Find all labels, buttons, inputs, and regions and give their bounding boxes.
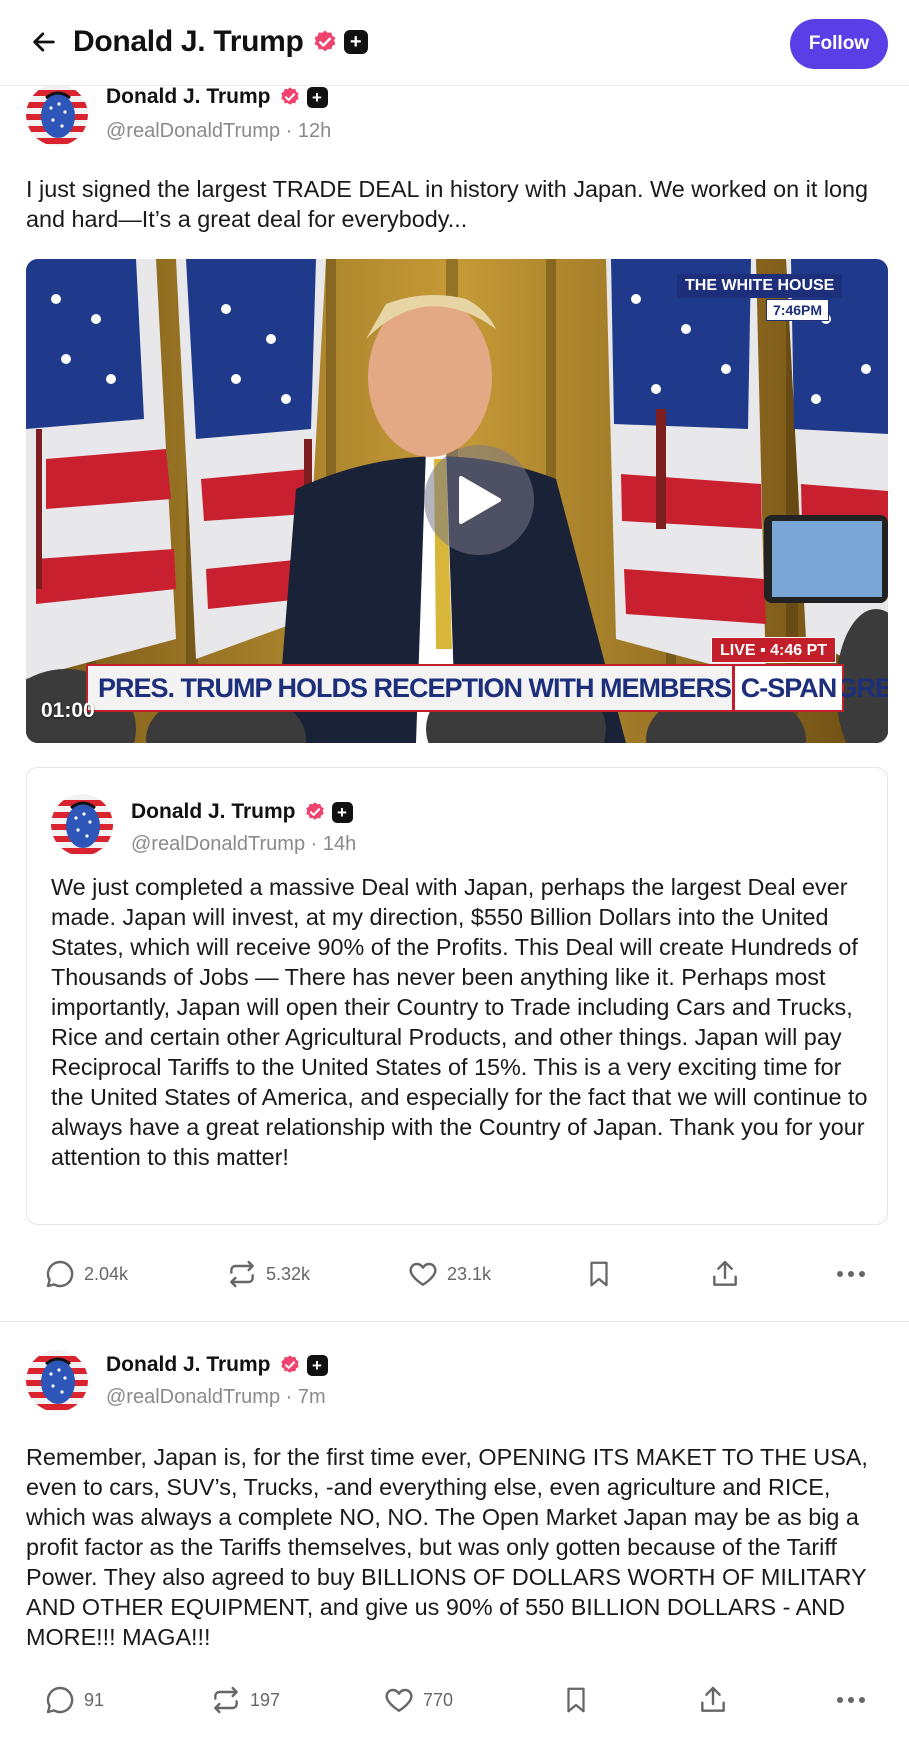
more-horizontal-icon	[837, 1697, 865, 1703]
share-button[interactable]	[697, 1675, 729, 1725]
reply-button[interactable]: 91	[44, 1675, 104, 1725]
local-time-tag: 7:46PM	[766, 299, 830, 321]
quoted-post[interactable]: Donald J. Trump + @realDonaldTrump · 14h…	[26, 767, 888, 1225]
reply-button[interactable]: 2.04k	[44, 1249, 128, 1299]
author-name[interactable]: Donald J. Trump +	[106, 82, 328, 112]
video-player[interactable]: THE WHITE HOUSE 7:46PM LIVE ▪ 4:46 PT PR…	[26, 259, 888, 743]
author-handle[interactable]: @realDonaldTrump · 12h	[106, 120, 331, 143]
more-options-button[interactable]	[836, 1249, 866, 1299]
author-name-text: Donald J. Trump	[106, 1353, 271, 1376]
share-icon	[713, 1260, 737, 1286]
reply-count: 91	[84, 1689, 105, 1710]
page-title: Donald J. Trump +	[73, 22, 368, 62]
follow-button[interactable]: Follow	[790, 19, 888, 69]
play-icon	[459, 476, 501, 524]
quoted-post-text: We just completed a massive Deal with Ja…	[51, 874, 868, 1170]
more-horizontal-icon	[837, 1271, 865, 1277]
plus-badge-icon: +	[306, 86, 328, 108]
play-button[interactable]	[424, 445, 534, 555]
post: Donald J. Trump + @realDonaldTrump · 12h…	[0, 0, 909, 1320]
post-text: I just signed the largest TRADE DEAL in …	[26, 176, 869, 232]
repost-icon	[230, 1260, 254, 1288]
post-actions: 91 197 770	[0, 1675, 909, 1725]
top-bar: Donald J. Trump + Follow	[0, 0, 909, 86]
comment-icon	[46, 1686, 74, 1714]
author-name-text: Donald J. Trump	[131, 800, 296, 823]
bookmark-button[interactable]	[561, 1675, 591, 1725]
author-name-text: Donald J. Trump	[106, 85, 271, 108]
network-logo: C-SPAN	[732, 666, 842, 710]
live-tag: LIVE ▪ 4:46 PT	[711, 637, 837, 663]
location-tag: THE WHITE HOUSE	[677, 274, 843, 298]
more-options-button[interactable]	[836, 1675, 866, 1725]
verified-badge-icon	[280, 87, 299, 105]
plus-badge-icon: +	[343, 30, 368, 54]
verified-badge-icon	[280, 1355, 299, 1373]
arrow-left-icon	[33, 32, 55, 52]
post-actions: 2.04k 5.32k 23.1k	[0, 1249, 909, 1299]
repost-button[interactable]: 197	[210, 1675, 280, 1725]
like-count: 23.1k	[447, 1263, 492, 1284]
like-button[interactable]: 23.1k	[407, 1249, 491, 1299]
author-name[interactable]: Donald J. Trump +	[131, 797, 353, 827]
verified-badge-icon	[314, 30, 335, 52]
plus-badge-icon: +	[306, 1354, 328, 1376]
post-text: Remember, Japan is, for the first time e…	[26, 1444, 868, 1650]
chyron-bar: PRES. TRUMP HOLDS RECEPTION WITH MEMBERS…	[86, 664, 888, 712]
share-button[interactable]	[709, 1249, 741, 1299]
repost-count: 5.32k	[266, 1263, 311, 1284]
author-handle[interactable]: @realDonaldTrump · 14h	[131, 833, 356, 856]
heart-icon	[385, 1688, 413, 1712]
verified-badge-icon	[305, 802, 324, 820]
back-button[interactable]	[24, 22, 64, 62]
like-count: 770	[423, 1689, 454, 1710]
repost-icon	[214, 1686, 238, 1714]
heart-icon	[409, 1262, 437, 1286]
bookmark-icon	[590, 1261, 608, 1287]
page-title-text: Donald J. Trump	[73, 25, 304, 58]
plus-badge-icon: +	[331, 801, 353, 823]
comment-icon	[46, 1260, 74, 1288]
author-handle[interactable]: @realDonaldTrump · 7m	[106, 1386, 326, 1409]
bookmark-icon	[567, 1687, 585, 1713]
repost-count: 197	[250, 1689, 281, 1710]
reply-count: 2.04k	[84, 1263, 129, 1284]
repost-button[interactable]: 5.32k	[226, 1249, 310, 1299]
video-duration: 01:00	[41, 699, 95, 722]
like-button[interactable]: 770	[383, 1675, 453, 1725]
bookmark-button[interactable]	[584, 1249, 614, 1299]
post: Donald J. Trump + @realDonaldTrump · 7m …	[0, 1322, 909, 1746]
avatar[interactable]	[26, 1350, 88, 1412]
share-icon	[701, 1686, 725, 1712]
avatar[interactable]	[51, 794, 113, 856]
author-name[interactable]: Donald J. Trump +	[106, 1350, 328, 1380]
avatar[interactable]	[26, 84, 88, 146]
